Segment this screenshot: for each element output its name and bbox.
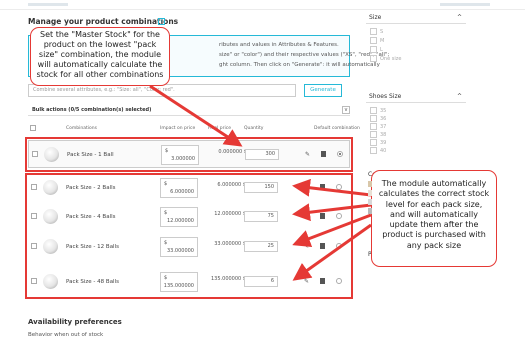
annotation-master-stock: Set the "Master Stock" for the product o… — [30, 27, 170, 86]
color-swatch[interactable] — [368, 208, 372, 214]
color-swatch[interactable] — [368, 190, 372, 196]
annotation-auto-calc: The module automatically calculates the … — [371, 170, 497, 267]
arrow-to-row-5 — [292, 223, 372, 281]
arrow-to-row-4 — [292, 213, 372, 248]
arrow-to-row-3 — [292, 203, 372, 222]
arrow-to-row-2 — [292, 178, 372, 197]
arrow-to-master-stock — [149, 84, 243, 147]
color-swatch[interactable] — [368, 181, 372, 187]
color-swatch[interactable] — [368, 199, 372, 205]
